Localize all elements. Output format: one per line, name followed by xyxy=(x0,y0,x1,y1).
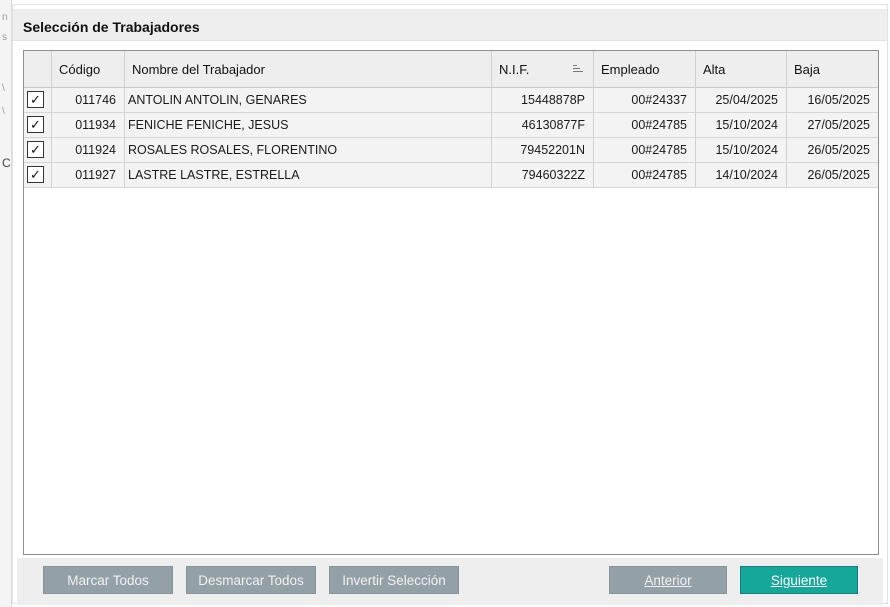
cell-nif: 79452201N xyxy=(492,138,594,162)
cell-baja: 16/05/2025 xyxy=(807,93,870,107)
edge-glyph: \ xyxy=(2,83,5,94)
cell-empleado: 00#24337 xyxy=(594,88,696,112)
cell-codigo: 011924 xyxy=(52,138,125,162)
column-header-label: Alta xyxy=(703,62,726,77)
invert-selection-button[interactable]: Invertir Selección xyxy=(329,566,459,594)
column-header-empleado[interactable]: Empleado xyxy=(594,51,696,88)
worker-selection-dialog: Selección de Trabajadores Código Nombre … xyxy=(12,4,888,605)
cell-empleado: 00#24785 xyxy=(594,113,696,137)
table-row[interactable]: ✓ 011746 ANTOLIN ANTOLIN, GENARES 154488… xyxy=(24,88,878,113)
column-header-label: Código xyxy=(59,62,101,77)
next-button[interactable]: Siguiente xyxy=(740,566,858,594)
edge-glyph: C xyxy=(2,156,11,170)
dialog-title: Selección de Trabajadores xyxy=(23,19,200,35)
previous-label: Anterior xyxy=(644,573,692,588)
edge-glyph: s xyxy=(2,32,7,43)
row-checkbox[interactable]: ✓ xyxy=(27,141,44,158)
cell-alta: 25/04/2025 xyxy=(696,88,787,112)
column-header-label: N.I.F. xyxy=(499,62,530,77)
cell-alta: 14/10/2024 xyxy=(696,163,787,187)
cell-nif: 79460322Z xyxy=(492,163,594,187)
table-header: Código Nombre del Trabajador N.I.F. Empl… xyxy=(24,51,878,88)
previous-button[interactable]: Anterior xyxy=(609,566,727,594)
background-window-edge: n s \ \ C xyxy=(0,0,12,607)
column-header-select[interactable] xyxy=(24,51,52,88)
cell-nombre: ROSALES ROSALES, FLORENTINO xyxy=(125,138,492,162)
cell-empleado: 00#24785 xyxy=(594,163,696,187)
cell-baja: 27/05/2025 xyxy=(807,118,870,132)
cell-baja: 26/05/2025 xyxy=(807,168,870,182)
cell-codigo: 011927 xyxy=(52,163,125,187)
column-header-label: Baja xyxy=(794,62,821,77)
next-label: Siguiente xyxy=(770,573,828,588)
cell-codigo: 011746 xyxy=(52,88,125,112)
cell-alta: 15/10/2024 xyxy=(696,113,787,137)
column-header-label: Nombre del Trabajador xyxy=(132,62,265,77)
cell-baja: 26/05/2025 xyxy=(807,143,870,157)
column-header-baja[interactable]: Baja xyxy=(787,51,878,88)
column-header-label: Empleado xyxy=(601,62,660,77)
column-header-codigo[interactable]: Código xyxy=(52,51,125,88)
column-header-nombre[interactable]: Nombre del Trabajador xyxy=(125,51,492,88)
row-checkbox[interactable]: ✓ xyxy=(27,166,44,183)
cell-alta: 15/10/2024 xyxy=(696,138,787,162)
edge-glyph: n xyxy=(2,12,8,23)
cell-nombre: LASTRE LASTRE, ESTRELLA xyxy=(125,163,492,187)
row-checkbox[interactable]: ✓ xyxy=(27,91,44,108)
cell-empleado: 00#24785 xyxy=(594,138,696,162)
dialog-footer: Marcar Todos Desmarcar Todos Invertir Se… xyxy=(17,558,883,605)
workers-table: Código Nombre del Trabajador N.I.F. Empl… xyxy=(23,50,879,555)
column-header-nif[interactable]: N.I.F. xyxy=(492,51,594,88)
mark-all-button[interactable]: Marcar Todos xyxy=(43,566,173,594)
unmark-all-button[interactable]: Desmarcar Todos xyxy=(186,566,316,594)
cell-nif: 46130877F xyxy=(492,113,594,137)
table-row[interactable]: ✓ 011924 ROSALES ROSALES, FLORENTINO 794… xyxy=(24,138,878,163)
cell-nombre: FENICHE FENICHE, JESUS xyxy=(125,113,492,137)
sort-icon xyxy=(573,65,583,74)
cell-codigo: 011934 xyxy=(52,113,125,137)
column-header-alta[interactable]: Alta xyxy=(696,51,787,88)
edge-glyph: \ xyxy=(2,106,5,117)
table-row[interactable]: ✓ 011934 FENICHE FENICHE, JESUS 46130877… xyxy=(24,113,878,138)
cell-nif: 15448878P xyxy=(492,88,594,112)
dialog-title-bar: Selección de Trabajadores xyxy=(13,9,887,41)
cell-nombre: ANTOLIN ANTOLIN, GENARES xyxy=(125,88,492,112)
table-row[interactable]: ✓ 011927 LASTRE LASTRE, ESTRELLA 7946032… xyxy=(24,163,878,188)
row-checkbox[interactable]: ✓ xyxy=(27,116,44,133)
